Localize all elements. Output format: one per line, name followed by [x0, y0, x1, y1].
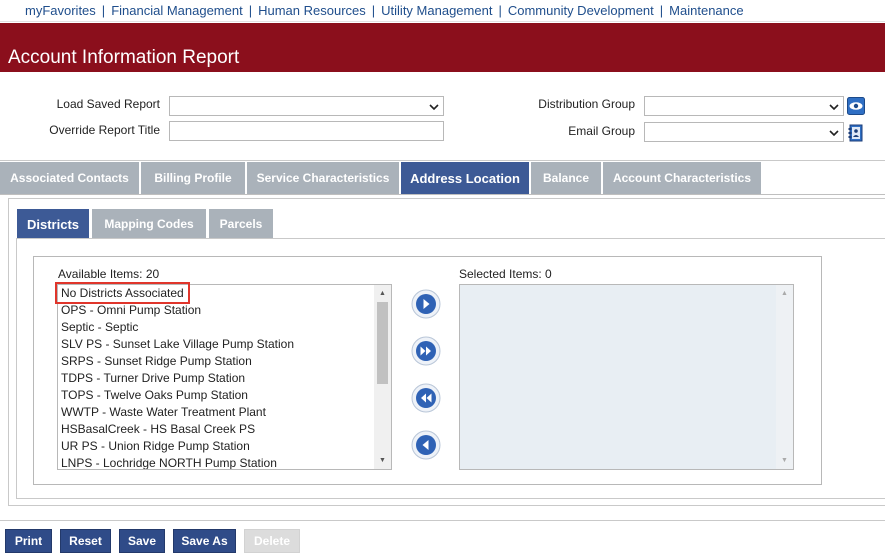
list-item[interactable]: LNPS - Lochridge NORTH Pump Station	[58, 455, 374, 469]
main-tabs: Associated Contacts Billing Profile Serv…	[0, 162, 885, 194]
nav-my-favorites[interactable]: myFavorites	[25, 3, 96, 18]
tab-districts[interactable]: Districts	[17, 209, 89, 239]
print-button[interactable]: Print	[5, 529, 52, 553]
scroll-up-icon[interactable]: ▲	[776, 286, 793, 301]
selected-items-list[interactable]: ▲ ▼	[459, 284, 794, 470]
list-item[interactable]: SRPS - Sunset Ridge Pump Station	[58, 353, 374, 370]
selected-items-label: Selected Items: 0	[459, 267, 552, 281]
tab-service-characteristics[interactable]: Service Characteristics	[247, 162, 400, 194]
nav-separator: |	[659, 3, 664, 18]
email-group-label: Email Group	[568, 124, 635, 138]
tab-billing-profile[interactable]: Billing Profile	[141, 162, 246, 194]
chevron-right-icon[interactable]	[411, 289, 441, 319]
nav-separator: |	[101, 3, 106, 18]
page-title: Account Information Report	[8, 47, 240, 68]
tab-associated-contacts[interactable]: Associated Contacts	[0, 162, 140, 194]
nav-maintenance[interactable]: Maintenance	[669, 3, 743, 18]
available-items-label: Available Items: 20	[58, 267, 160, 281]
override-report-title-label: Override Report Title	[49, 123, 160, 137]
tab-mapping-codes[interactable]: Mapping Codes	[92, 209, 206, 239]
scrollbar[interactable]: ▲ ▼	[374, 285, 391, 469]
divider	[0, 194, 885, 195]
nav-separator: |	[248, 3, 253, 18]
divider	[0, 160, 885, 161]
tab-balance[interactable]: Balance	[531, 162, 602, 194]
tab-account-characteristics[interactable]: Account Characteristics	[603, 162, 762, 194]
distribution-group-select[interactable]	[644, 96, 844, 116]
delete-button[interactable]: Delete	[244, 529, 300, 553]
email-group-select[interactable]	[644, 122, 844, 142]
tab-address-location[interactable]: Address Location	[401, 162, 530, 194]
scroll-up-icon[interactable]: ▲	[374, 286, 391, 301]
available-items-list[interactable]: No Districts Associated OPS - Omni Pump …	[57, 284, 392, 470]
list-item[interactable]: WWTP - Waste Water Treatment Plant	[58, 404, 374, 421]
title-bar: Account Information Report	[0, 23, 885, 72]
nav-separator: |	[498, 3, 502, 18]
nav-financial-management[interactable]: Financial Management	[111, 3, 243, 18]
list-item[interactable]: SLV PS - Sunset Lake Village Pump Statio…	[58, 336, 374, 353]
reset-button[interactable]: Reset	[60, 529, 111, 553]
load-saved-report-label: Load Saved Report	[56, 97, 160, 111]
nav-separator: |	[371, 3, 376, 18]
divider	[0, 520, 885, 521]
chevron-down-icon	[829, 104, 839, 111]
scroll-down-icon[interactable]: ▼	[776, 453, 793, 468]
available-items: No Districts Associated OPS - Omni Pump …	[58, 285, 374, 469]
list-item[interactable]: No Districts Associated	[58, 285, 374, 302]
distribution-group-label: Distribution Group	[538, 97, 635, 111]
list-item[interactable]: TDPS - Turner Drive Pump Station	[58, 370, 374, 387]
nav-utility-management[interactable]: Utility Management	[381, 3, 492, 18]
chevron-down-icon	[829, 130, 839, 137]
eye-icon[interactable]	[847, 97, 865, 115]
address-book-icon[interactable]	[847, 124, 865, 142]
double-chevron-left-icon[interactable]	[411, 383, 441, 413]
chevron-left-icon[interactable]	[411, 430, 441, 460]
save-button[interactable]: Save	[119, 529, 165, 553]
scroll-down-icon[interactable]: ▼	[374, 453, 391, 468]
list-item[interactable]: HSBasalCreek - HS Basal Creek PS	[58, 421, 374, 438]
chevron-down-icon	[429, 104, 439, 111]
double-chevron-right-icon[interactable]	[411, 336, 441, 366]
top-nav: myFavorites | Financial Management | Hum…	[0, 0, 885, 22]
nav-community-development[interactable]: Community Development	[508, 3, 654, 18]
list-item[interactable]: OPS - Omni Pump Station	[58, 302, 374, 319]
report-options-form: Load Saved Report Override Report Title …	[0, 72, 885, 160]
save-as-button[interactable]: Save As	[173, 529, 236, 553]
list-item[interactable]: Septic - Septic	[58, 319, 374, 336]
list-item[interactable]: TOPS - Twelve Oaks Pump Station	[58, 387, 374, 404]
scrollbar[interactable]: ▲ ▼	[776, 285, 793, 469]
scrollbar-thumb[interactable]	[377, 302, 388, 384]
nav-human-resources[interactable]: Human Resources	[258, 3, 366, 18]
list-item[interactable]: UR PS - Union Ridge Pump Station	[58, 438, 374, 455]
override-report-title-input[interactable]	[169, 121, 444, 141]
load-saved-report-select[interactable]	[169, 96, 444, 116]
tab-parcels[interactable]: Parcels	[209, 209, 273, 239]
